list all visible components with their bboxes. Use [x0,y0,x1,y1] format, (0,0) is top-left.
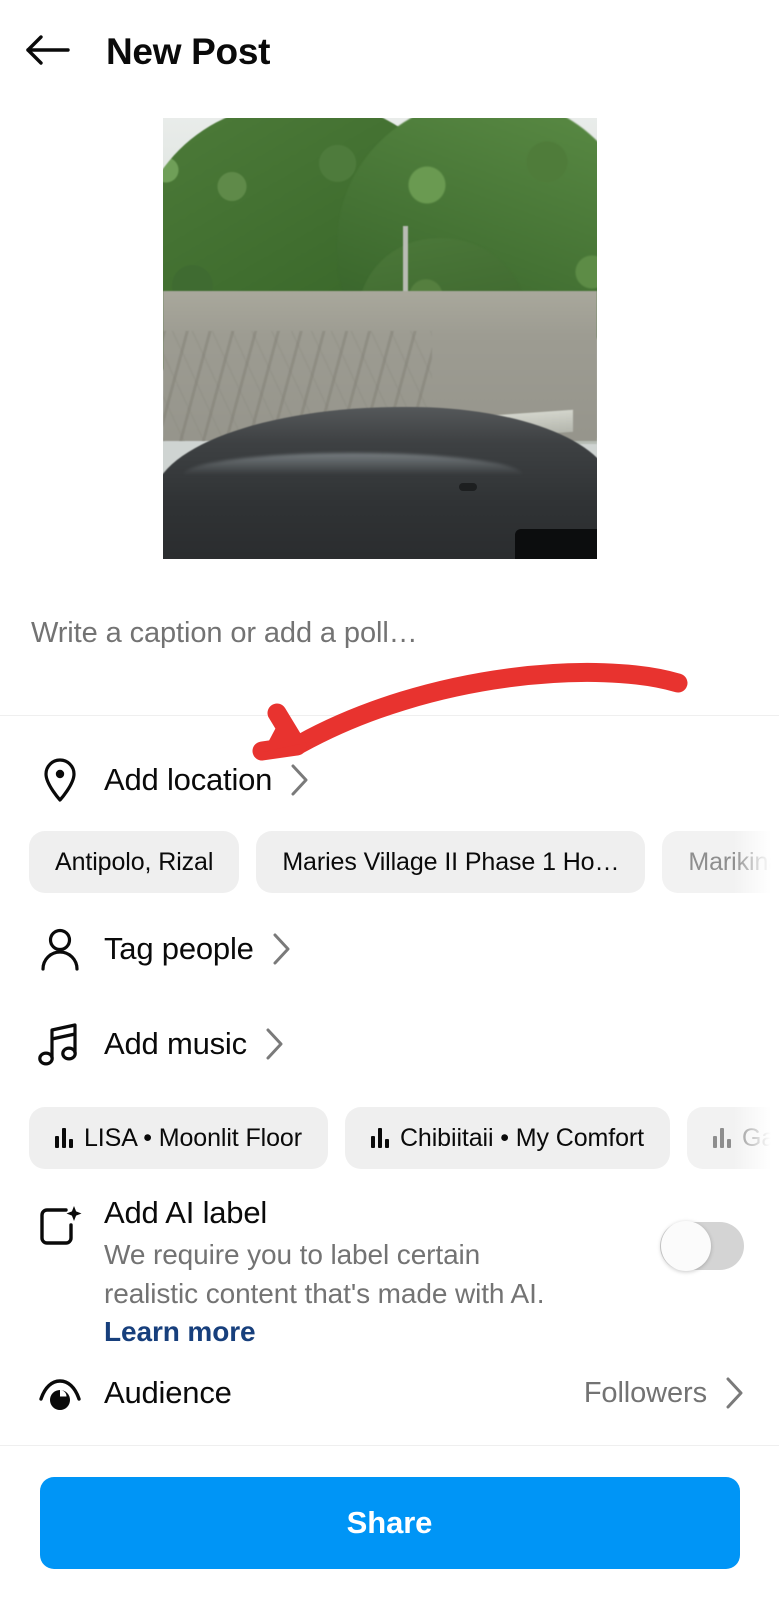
music-chip[interactable]: Gat F [686,1107,779,1169]
music-chip-label: Chibiitaii • My Comfort [399,1123,644,1152]
equalizer-icon [55,1128,73,1148]
add-ai-label-row[interactable]: Add AI label We require you to label cer… [0,1192,779,1347]
ai-label-toggle[interactable] [660,1221,744,1271]
music-chip[interactable]: LISA • Moonlit Floor [29,1107,328,1169]
location-chip[interactable]: Antipolo, Rizal [29,831,240,893]
location-chip[interactable]: Maries Village II Phase 1 Ho… [256,831,646,893]
audience-label: Audience [104,1375,232,1410]
learn-more-link[interactable]: Learn more [104,1316,256,1347]
add-music-label: Add music [104,1026,247,1061]
audience-privacy-icon [26,1373,94,1413]
equalizer-icon [370,1128,389,1148]
add-location-label: Add location [104,762,273,797]
header: New Post [0,0,779,104]
location-chip[interactable]: Marikina [662,831,779,893]
location-chip-label: Marikina [688,847,779,876]
caption-input[interactable]: Write a caption or add a poll… [0,597,779,669]
share-button[interactable]: Share [39,1477,740,1569]
add-location-row[interactable]: Add location [0,736,779,824]
ai-label-title: Add AI label [104,1195,268,1230]
chevron-right-icon [265,1027,285,1061]
toggle-knob [661,1221,711,1271]
divider-above-location [0,715,779,716]
back-button[interactable] [12,16,84,88]
ai-sparkle-icon [26,1204,94,1254]
add-music-row[interactable]: Add music [0,1000,779,1088]
music-suggestions[interactable]: LISA • Moonlit Floor Chibiitaii • My Com… [0,1102,779,1174]
back-arrow-icon [25,33,71,72]
ai-label-text: Add AI label We require you to label cer… [104,1194,574,1352]
share-bar: Share [0,1445,779,1600]
chevron-right-icon [725,1376,745,1410]
ai-label-description: We require you to label certain realisti… [104,1236,574,1352]
music-chip-label: LISA • Moonlit Floor [84,1123,302,1152]
media-preview[interactable] [163,118,597,559]
tag-people-label: Tag people [104,931,254,966]
post-photo [163,118,597,559]
chevron-right-icon [290,763,310,797]
person-icon [26,926,94,972]
location-chip-label: Maries Village II Phase 1 Ho… [282,847,620,876]
music-note-icon [26,1020,94,1068]
page-title: New Post [106,31,271,72]
location-pin-icon [26,757,94,803]
new-post-screen: New Post Write a caption or add a poll… … [0,0,779,1600]
caption-placeholder: Write a caption or add a poll… [31,616,418,649]
location-suggestions[interactable]: Antipolo, Rizal Maries Village II Phase … [0,826,779,898]
tag-people-row[interactable]: Tag people [0,905,779,993]
location-chip-label: Antipolo, Rizal [55,847,214,876]
audience-row[interactable]: Audience Followers [0,1350,779,1436]
equalizer-icon [712,1128,731,1148]
audience-value: Followers [583,1376,707,1409]
ai-desc-line2: content that's made with AI. [205,1277,545,1309]
music-chip[interactable]: Chibiitaii • My Comfort [344,1107,670,1169]
music-chip-label: Gat F [741,1123,779,1152]
chevron-right-icon [272,932,292,966]
